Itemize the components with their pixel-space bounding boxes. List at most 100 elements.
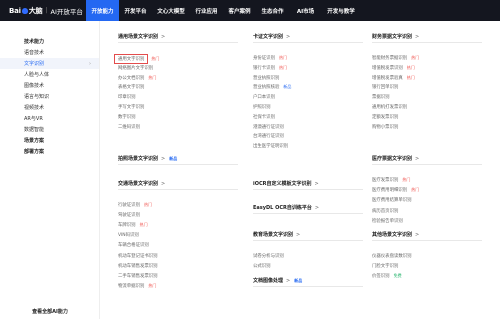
logo-mark: Bai [9, 6, 21, 15]
menu-link[interactable]: 台湾通行证识别 [253, 133, 284, 139]
view-all-ai-link[interactable]: 查看全部AI能力 [0, 303, 100, 319]
baidu-ai-logo[interactable]: Bai 大脑 | AI开放平台 [0, 0, 86, 21]
tag-new: 新品 [169, 155, 178, 161]
menu-link[interactable]: 定额发票识别 [372, 114, 398, 120]
menu-link[interactable]: 车辆合格证识别 [118, 242, 149, 248]
menu-link[interactable]: 病历首页识别 [372, 208, 398, 214]
section-title-label: 教育场景文字识别 [253, 232, 294, 238]
menu-link[interactable]: 驾驶证识别 [118, 212, 140, 218]
menu-link[interactable]: 仪器仪表盘读数识别 [372, 253, 412, 259]
section-divider [372, 42, 482, 43]
menu-link[interactable]: 智能财务票据识别 热门 [372, 55, 419, 61]
logo-mark-b: 大脑 [28, 6, 43, 15]
menu-link[interactable]: 户口本识别 [253, 94, 275, 100]
section-title[interactable]: EasyDL OCR自训练平台 > [253, 204, 319, 212]
menu-link[interactable]: 二手车销售发票识别 [118, 273, 158, 279]
menu-link-label: 医疗发票识别 [372, 178, 399, 183]
menu-link[interactable]: 出生医学证明识别 [253, 143, 288, 149]
sidebar-item-data[interactable]: 数据智能 [0, 124, 99, 135]
menu-link[interactable]: 银行回单识别 [372, 84, 398, 90]
menu-link-label: 智能财务票据识别 [372, 56, 408, 61]
sidebar-item-image[interactable]: 图像技术 [0, 80, 99, 91]
section-title[interactable]: 教育场景文字识别 > [253, 231, 301, 239]
menu-link[interactable]: 通用机打发票识别 [372, 104, 407, 110]
nav-cases[interactable]: 客户案例 [223, 0, 256, 21]
menu-link[interactable]: 公式识别 [253, 263, 271, 269]
section-title[interactable]: 其他场景文字识别 > [372, 231, 419, 239]
section-title[interactable]: 交通场景文字识别 > [118, 180, 165, 188]
menu-link[interactable]: 数字识别 [118, 114, 136, 120]
sidebar-item-ocr[interactable]: 文字识别 › [0, 58, 99, 69]
menu-link[interactable]: 试卷分析与识别 [253, 253, 284, 259]
sidebar-item-language[interactable]: 语言与知识 [0, 91, 99, 102]
menu-link[interactable]: 机动车销售发票识别 [118, 263, 158, 269]
menu-link[interactable]: 表格文字识别 [118, 84, 144, 90]
menu-link-label: 车牌识别 [118, 223, 136, 229]
sidebar-group-scenario[interactable]: 场景方案 [0, 135, 99, 146]
menu-link[interactable]: 价签识别 免费 [372, 273, 402, 279]
sidebar-group-deploy[interactable]: 部署方案 [0, 146, 99, 157]
nav-ecosystem[interactable]: 生态合作 [256, 0, 289, 21]
section-title[interactable]: 拍照场景文字识别 > 新品 [118, 155, 178, 163]
section-divider [253, 189, 363, 190]
menu-link[interactable]: 检验报告单识别 [372, 218, 403, 224]
menu-link[interactable]: 港澳通行证识别 [253, 124, 284, 130]
nav-ai-market[interactable]: AI市场 [289, 0, 322, 21]
menu-link[interactable]: 医疗费用明细识别 热门 [372, 187, 419, 193]
sidebar-item-ar-vr[interactable]: AR与VR [0, 113, 99, 124]
menu-link[interactable]: 银行卡识别 热门 [253, 65, 287, 71]
section-title[interactable]: 通用场景文字识别 > [118, 33, 165, 41]
menu-link-label: 二手车销售发票识别 [118, 273, 158, 279]
section-title[interactable]: 财务票据文字识别 > [372, 33, 420, 41]
menu-link[interactable]: 门脸文字识别 [372, 263, 398, 269]
menu-link[interactable]: VIN码识别 [118, 232, 139, 238]
menu-link[interactable]: 增值税发票识别 热门 [372, 65, 415, 71]
tag-hot: 热门 [278, 55, 287, 60]
chevron-right-icon: > [415, 33, 420, 40]
menu-link[interactable]: 机动车登记证书识别 [118, 253, 158, 259]
chevron-right-icon: > [314, 180, 319, 187]
sidebar-item-speech[interactable]: 语音技术 [0, 47, 99, 58]
chevron-right-icon: > [296, 231, 301, 238]
menu-link[interactable]: 护照识别 [253, 104, 271, 110]
menu-link[interactable]: 网络图片文字识别 [118, 65, 153, 71]
section-divider [253, 240, 363, 241]
section-title[interactable]: 卡证文字识别 > [253, 33, 290, 41]
sidebar-item-video[interactable]: 视频技术 [0, 102, 99, 113]
section-title-label: 通用场景文字识别 [118, 34, 159, 40]
menu-link[interactable]: 手写文字识别 [118, 104, 144, 110]
menu-link[interactable]: 增值税发票验真 热门 [372, 75, 415, 81]
menu-link[interactable]: 通用文字识别 热门 [113, 54, 159, 64]
menu-link[interactable]: 购物小票识别 [372, 124, 398, 130]
menu-link[interactable]: 营业执照识别 [253, 75, 279, 81]
menu-link[interactable]: 票据识别 [372, 94, 390, 100]
nav-ernie[interactable]: 文心大模型 [152, 0, 190, 21]
section-title[interactable]: 医疗票据文字识别 > [372, 155, 419, 163]
chevron-right-icon: > [286, 277, 291, 284]
menu-link[interactable]: 物流单据识别 热门 [118, 283, 156, 289]
menu-link-label: 驾驶证识别 [118, 213, 140, 219]
menu-link[interactable]: 身份证识别 热门 [253, 55, 287, 61]
menu-link[interactable]: 办公文档识别 热门 [118, 75, 156, 81]
menu-link[interactable]: 营业执照核验 新品 [253, 84, 291, 90]
menu-link[interactable]: 印章识别 [118, 94, 136, 100]
sidebar-item-face-body[interactable]: 人脸与人体 [0, 69, 99, 80]
section-title-label: 其他场景文字识别 [372, 232, 413, 238]
menu-link[interactable]: 社保卡识别 [253, 114, 275, 120]
section-title[interactable]: 文档图像处理 > 新品 [253, 277, 302, 285]
menu-link[interactable]: 车牌识别 热门 [118, 222, 148, 228]
nav-dev-teaching[interactable]: 开发与教学 [322, 0, 360, 21]
section-title-label: EasyDL OCR自训练平台 [253, 205, 312, 211]
menu-link-label: 表格文字识别 [118, 85, 145, 91]
menu-link-label: 手写文字识别 [118, 105, 145, 110]
menu-link[interactable]: 行驶证识别 热门 [118, 202, 152, 208]
nav-open-capabilities[interactable]: 开放能力 [86, 0, 119, 21]
section-title[interactable]: iOCR自定义模板文字识别 > [253, 180, 319, 188]
menu-link[interactable]: 二维码识别 [118, 124, 140, 130]
main-nav: 开放能力 开发平台 文心大模型 行业应用 客户案例 生态合作 AI市场 开发与教… [86, 0, 360, 21]
menu-link[interactable]: 医疗费用结算单识别 [372, 197, 412, 203]
menu-link[interactable]: 医疗发票识别 热门 [372, 177, 410, 183]
menu-link-label: 票据识别 [372, 95, 390, 101]
nav-industry[interactable]: 行业应用 [190, 0, 223, 21]
nav-dev-platform[interactable]: 开发平台 [119, 0, 152, 21]
